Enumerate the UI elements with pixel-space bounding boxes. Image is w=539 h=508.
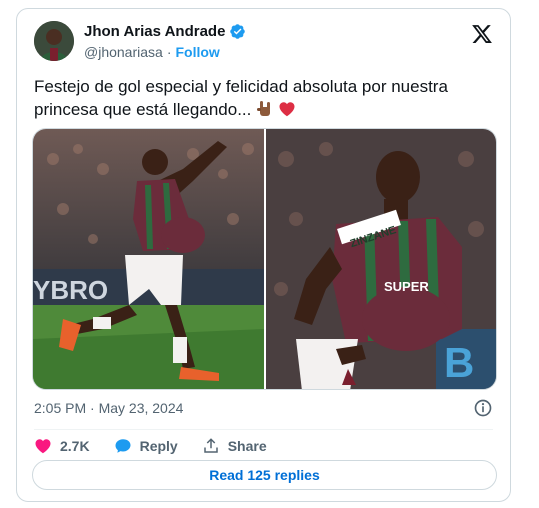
action-bar: 2.7K Reply Share [34,433,291,459]
avatar[interactable] [34,21,74,61]
like-count: 2.7K [60,438,90,454]
tweet-card: Jhon Arias Andrade @jhonariasa · Follow … [16,8,511,502]
avatar-image [34,21,74,61]
photo-celebration-right[interactable]: B ZINZANE SUPER [266,129,496,389]
tweet-text: Festejo de gol especial y felicidad abso… [34,75,494,121]
share-icon [203,438,218,453]
reply-button[interactable]: Reply [114,437,178,455]
follow-button[interactable]: Follow [175,44,219,60]
photo-right-image: B ZINZANE SUPER [266,129,496,389]
author-name[interactable]: Jhon Arias Andrade [84,23,225,40]
board-text: YBRO [33,275,108,305]
handle-separator: · [166,44,172,60]
author-handle-row: @jhonariasa · Follow [84,44,220,60]
red-heart-emoji [279,102,295,117]
jersey-text-2: SUPER [384,279,429,294]
read-replies-button[interactable]: Read 125 replies [32,460,497,490]
share-button[interactable]: Share [202,437,267,455]
x-logo-icon[interactable] [471,23,493,45]
svg-text:B: B [444,339,474,386]
author-handle[interactable]: @jhonariasa [84,44,163,60]
photo-left-image: YBRO [33,129,264,389]
tweet-text-body: Festejo de gol especial y felicidad abso… [34,77,448,119]
verified-badge-icon [230,24,246,39]
author-name-row: Jhon Arias Andrade [84,23,246,40]
share-label: Share [227,438,267,454]
heart-icon [35,439,51,454]
reply-bubble-icon [115,439,131,453]
photo-celebration-left[interactable]: YBRO [33,129,264,389]
info-icon[interactable] [473,398,493,418]
divider [34,429,493,430]
reply-label: Reply [139,438,178,454]
media-grid: YBRO B ZINZANE SUPER [32,128,497,390]
like-button[interactable]: 2.7K [34,437,90,455]
tweet-timestamp[interactable]: 2:05 PM · May 23, 2024 [34,400,183,416]
rock-hand-emoji [257,101,271,116]
